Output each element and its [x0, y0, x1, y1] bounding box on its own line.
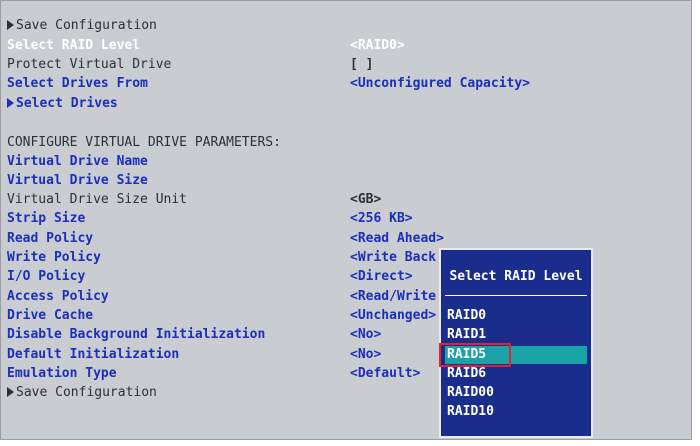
- disable-bgi-value[interactable]: <No>: [350, 326, 381, 344]
- strip-size-value[interactable]: <256 KB>: [350, 210, 413, 228]
- access-policy-value[interactable]: <Read/Write: [350, 288, 436, 306]
- select-drives-from-value[interactable]: <Unconfigured Capacity>: [350, 75, 530, 93]
- submenu-arrow-icon: [7, 387, 14, 397]
- popup-divider: [445, 295, 587, 296]
- io-policy-label[interactable]: I/O Policy: [7, 268, 85, 286]
- option-raid0[interactable]: RAID0: [447, 307, 486, 325]
- select-raid-level-label[interactable]: Select RAID Level: [7, 37, 140, 55]
- submenu-arrow-icon: [7, 20, 14, 30]
- virtual-drive-size-label[interactable]: Virtual Drive Size: [7, 172, 148, 190]
- default-initialization-label[interactable]: Default Initialization: [7, 346, 179, 364]
- emulation-type-label[interactable]: Emulation Type: [7, 365, 117, 383]
- write-policy-value[interactable]: <Write Back: [350, 249, 436, 267]
- option-raid00[interactable]: RAID00: [447, 384, 494, 402]
- section-heading: CONFIGURE VIRTUAL DRIVE PARAMETERS:: [7, 135, 281, 150]
- drive-cache-label[interactable]: Drive Cache: [7, 307, 93, 325]
- default-initialization-value[interactable]: <No>: [350, 346, 381, 364]
- protect-virtual-drive-checkbox[interactable]: [ ]: [350, 56, 373, 74]
- popup-title: Select RAID Level: [449, 269, 583, 284]
- drive-cache-value[interactable]: <Unchanged>: [350, 307, 436, 325]
- virtual-drive-size-unit-value[interactable]: <GB>: [350, 191, 381, 209]
- strip-size-label[interactable]: Strip Size: [7, 210, 85, 228]
- option-raid10[interactable]: RAID10: [447, 403, 494, 421]
- select-raid-level-value[interactable]: <RAID0>: [350, 37, 405, 55]
- selection-highlight-box: [439, 343, 511, 367]
- save-configuration-bottom[interactable]: Save Configuration: [7, 384, 157, 402]
- emulation-type-value[interactable]: <Default>: [350, 365, 420, 383]
- write-policy-label[interactable]: Write Policy: [7, 249, 101, 267]
- virtual-drive-name-label[interactable]: Virtual Drive Name: [7, 153, 148, 171]
- protect-virtual-drive-label: Protect Virtual Drive: [7, 57, 172, 72]
- virtual-drive-size-unit-label: Virtual Drive Size Unit: [7, 192, 188, 207]
- submenu-arrow-icon: [7, 98, 14, 108]
- raid-config-screen: Save Configuration Select RAID Level <RA…: [0, 0, 692, 440]
- select-drives-from-label[interactable]: Select Drives From: [7, 75, 148, 93]
- disable-bgi-label[interactable]: Disable Background Initialization: [7, 326, 265, 344]
- save-configuration-top[interactable]: Save Configuration: [7, 17, 157, 35]
- option-raid1[interactable]: RAID1: [447, 326, 486, 344]
- select-drives-item[interactable]: Select Drives: [7, 95, 118, 113]
- read-policy-value[interactable]: <Read Ahead>: [350, 230, 444, 248]
- read-policy-label[interactable]: Read Policy: [7, 230, 93, 248]
- option-raid6[interactable]: RAID6: [447, 365, 486, 383]
- io-policy-value[interactable]: <Direct>: [350, 268, 413, 286]
- access-policy-label[interactable]: Access Policy: [7, 288, 109, 306]
